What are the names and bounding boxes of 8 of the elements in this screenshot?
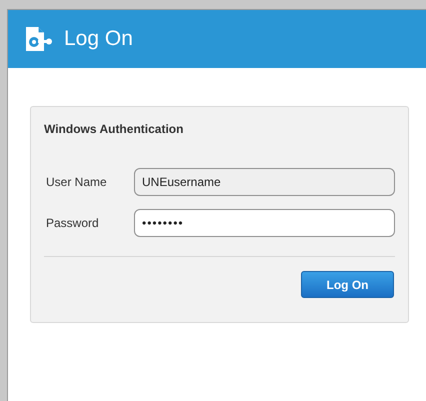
input-field[interactable]: •••••••• xyxy=(134,209,395,237)
field-label: User Name xyxy=(45,174,108,191)
input-field[interactable]: UNEusername xyxy=(134,168,395,196)
log-on-button[interactable]: Log On xyxy=(301,271,394,298)
panel-title: Windows Authentication xyxy=(44,121,184,138)
window-title: Log On xyxy=(64,26,133,52)
field-label: Password xyxy=(45,215,100,232)
document-key-icon xyxy=(24,24,54,54)
